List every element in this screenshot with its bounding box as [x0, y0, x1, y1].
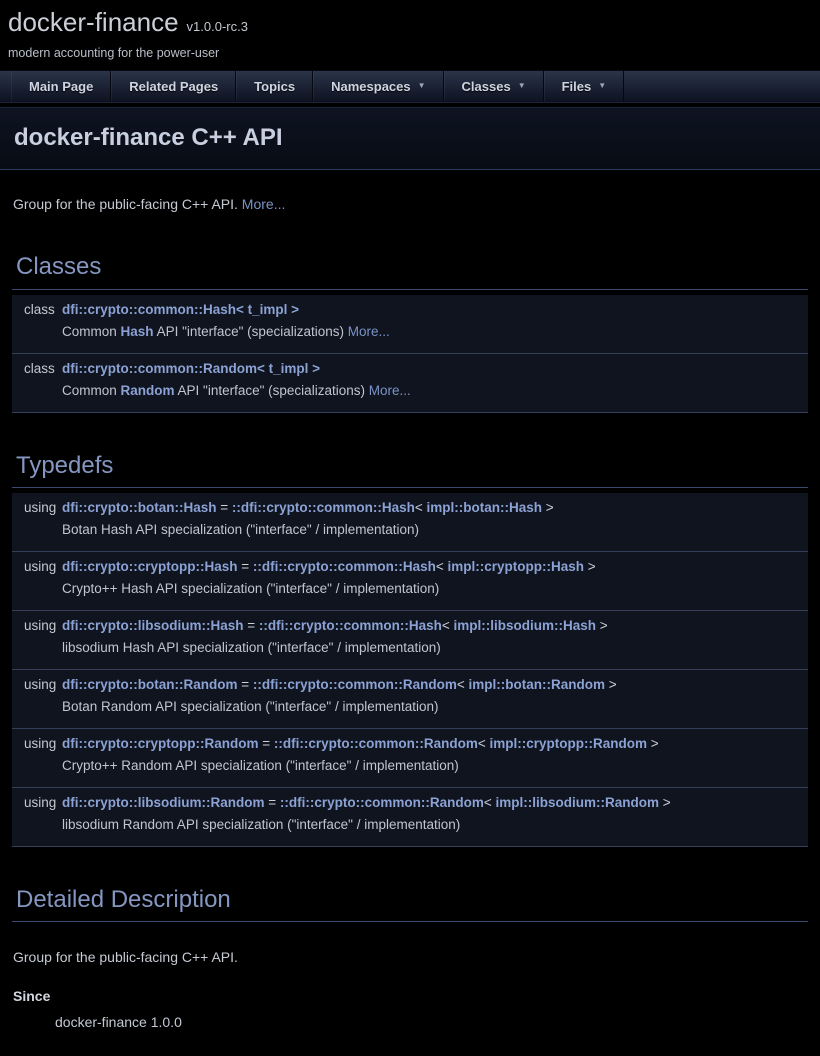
member-description: libsodium Hash API specialization ("inte…: [62, 637, 808, 664]
class-desc-row: Common Random API "interface" (specializ…: [12, 380, 808, 407]
member-kind: using: [12, 493, 62, 519]
member-kind: using: [12, 669, 62, 696]
common-class-link[interactable]: ::dfi::crypto::common::Hash: [253, 559, 436, 574]
member-description: Botan Random API specialization ("interf…: [62, 696, 808, 723]
member-declaration: dfi::crypto::cryptopp::Hash = ::dfi::cry…: [62, 551, 808, 578]
impl-class-link[interactable]: impl::cryptopp::Random: [490, 736, 648, 751]
member-kind: class: [12, 295, 62, 321]
nav-tabs: Main Page Related Pages Topics Namespace…: [0, 71, 820, 102]
tab-namespaces[interactable]: Namespaces▼: [313, 71, 443, 102]
typedef-row: using dfi::crypto::botan::Hash = ::dfi::…: [12, 493, 808, 519]
class-row: class dfi::crypto::common::Hash< t_impl …: [12, 295, 808, 321]
detailed-description-heading: Detailed Description: [12, 884, 808, 922]
classes-table: class dfi::crypto::common::Hash< t_impl …: [12, 295, 808, 413]
common-class-link[interactable]: ::dfi::crypto::common::Random: [274, 736, 478, 751]
member-separator: [12, 407, 808, 412]
typedef-desc-row: libsodium Random API specialization ("in…: [12, 814, 808, 841]
typedef-link[interactable]: dfi::crypto::botan::Random: [62, 677, 237, 692]
typedef-link[interactable]: dfi::crypto::libsodium::Hash: [62, 618, 244, 633]
member-declaration: dfi::crypto::cryptopp::Random = ::dfi::c…: [62, 728, 808, 755]
more-link[interactable]: More...: [348, 324, 390, 339]
member-declaration: dfi::crypto::common::Random< t_impl >: [62, 353, 808, 380]
member-declaration: dfi::crypto::libsodium::Random = ::dfi::…: [62, 787, 808, 814]
typedef-link[interactable]: dfi::crypto::cryptopp::Hash: [62, 559, 238, 574]
member-description: Common Random API "interface" (specializ…: [62, 380, 808, 407]
impl-class-link[interactable]: impl::botan::Hash: [427, 500, 543, 515]
tab-classes[interactable]: Classes▼: [444, 71, 544, 102]
typedef-row: using dfi::crypto::libsodium::Hash = ::d…: [12, 610, 808, 637]
class-link[interactable]: dfi::crypto::common::Hash< t_impl >: [62, 302, 299, 317]
member-description: Crypto++ Hash API specialization ("inter…: [62, 578, 808, 605]
typedef-desc-row: libsodium Hash API specialization ("inte…: [12, 637, 808, 664]
project-name-row: docker-finance v1.0.0-rc.3: [8, 5, 820, 40]
class-link[interactable]: dfi::crypto::common::Random< t_impl >: [62, 361, 320, 376]
member-kind: class: [12, 353, 62, 380]
member-declaration: dfi::crypto::common::Hash< t_impl >: [62, 295, 808, 321]
member-separator: [12, 841, 808, 846]
member-declaration: dfi::crypto::libsodium::Hash = ::dfi::cr…: [62, 610, 808, 637]
common-class-link[interactable]: ::dfi::crypto::common::Hash: [259, 618, 442, 633]
member-description: Common Hash API "interface" (specializat…: [62, 321, 808, 348]
project-version: v1.0.0-rc.3: [187, 19, 248, 34]
member-description: Botan Hash API specialization ("interfac…: [62, 519, 808, 546]
title-area: docker-finance v1.0.0-rc.3 modern account…: [0, 0, 820, 70]
more-link[interactable]: More...: [242, 196, 286, 212]
detailed-description-text: Group for the public-facing C++ API.: [13, 948, 808, 967]
typedef-desc-row: Botan Random API specialization ("interf…: [12, 696, 808, 723]
typedef-link[interactable]: dfi::crypto::botan::Hash: [62, 500, 216, 515]
typedef-row: using dfi::crypto::libsodium::Random = :…: [12, 787, 808, 814]
member-description: libsodium Random API specialization ("in…: [62, 814, 808, 841]
impl-class-link[interactable]: impl::libsodium::Hash: [454, 618, 597, 633]
classes-heading: Classes: [12, 251, 808, 289]
typedefs-heading: Typedefs: [12, 450, 808, 488]
main-nav: Main Page Related Pages Topics Namespace…: [0, 70, 820, 103]
typedef-desc-row: Botan Hash API specialization ("interfac…: [12, 519, 808, 546]
project-brief: modern accounting for the power-user: [8, 45, 820, 62]
member-kind: using: [12, 551, 62, 578]
tab-files[interactable]: Files▼: [544, 71, 625, 102]
member-description: Crypto++ Random API specialization ("int…: [62, 755, 808, 782]
class-desc-row: Common Hash API "interface" (specializat…: [12, 321, 808, 348]
common-class-link[interactable]: ::dfi::crypto::common::Hash: [232, 500, 415, 515]
impl-class-link[interactable]: impl::libsodium::Random: [496, 795, 659, 810]
since-label: Since: [13, 987, 808, 1006]
project-name: docker-finance: [8, 7, 179, 37]
since-value: docker-finance 1.0.0: [55, 1013, 808, 1032]
class-link-inline[interactable]: Hash: [121, 324, 154, 339]
class-link-inline[interactable]: Random: [121, 383, 175, 398]
more-link[interactable]: More...: [369, 383, 411, 398]
typedef-row: using dfi::crypto::botan::Random = ::dfi…: [12, 669, 808, 696]
intro-text: Group for the public-facing C++ API. Mor…: [13, 195, 808, 214]
class-row: class dfi::crypto::common::Random< t_imp…: [12, 353, 808, 380]
chevron-down-icon: ▼: [598, 81, 606, 92]
tab-related-pages[interactable]: Related Pages: [111, 71, 236, 102]
typedef-row: using dfi::crypto::cryptopp::Random = ::…: [12, 728, 808, 755]
page-header: docker-finance C++ API: [0, 107, 820, 170]
member-declaration: dfi::crypto::botan::Random = ::dfi::cryp…: [62, 669, 808, 696]
common-class-link[interactable]: ::dfi::crypto::common::Random: [280, 795, 484, 810]
typedef-desc-row: Crypto++ Random API specialization ("int…: [12, 755, 808, 782]
tab-topics[interactable]: Topics: [236, 71, 313, 102]
member-kind: using: [12, 610, 62, 637]
typedef-row: using dfi::crypto::cryptopp::Hash = ::df…: [12, 551, 808, 578]
tab-main-page[interactable]: Main Page: [11, 71, 111, 102]
member-kind: using: [12, 787, 62, 814]
chevron-down-icon: ▼: [418, 81, 426, 92]
impl-class-link[interactable]: impl::botan::Random: [468, 677, 604, 692]
page-title: docker-finance C++ API: [14, 122, 806, 154]
member-declaration: dfi::crypto::botan::Hash = ::dfi::crypto…: [62, 493, 808, 519]
chevron-down-icon: ▼: [518, 81, 526, 92]
typedef-desc-row: Crypto++ Hash API specialization ("inter…: [12, 578, 808, 605]
member-kind: using: [12, 728, 62, 755]
intro-sentence: Group for the public-facing C++ API.: [13, 196, 238, 212]
common-class-link[interactable]: ::dfi::crypto::common::Random: [253, 677, 457, 692]
since-block: Since docker-finance 1.0.0: [13, 987, 808, 1032]
impl-class-link[interactable]: impl::cryptopp::Hash: [448, 559, 585, 574]
typedef-link[interactable]: dfi::crypto::cryptopp::Random: [62, 736, 258, 751]
typedef-link[interactable]: dfi::crypto::libsodium::Random: [62, 795, 264, 810]
typedefs-table: using dfi::crypto::botan::Hash = ::dfi::…: [12, 493, 808, 847]
contents: Group for the public-facing C++ API. Mor…: [0, 195, 820, 1055]
